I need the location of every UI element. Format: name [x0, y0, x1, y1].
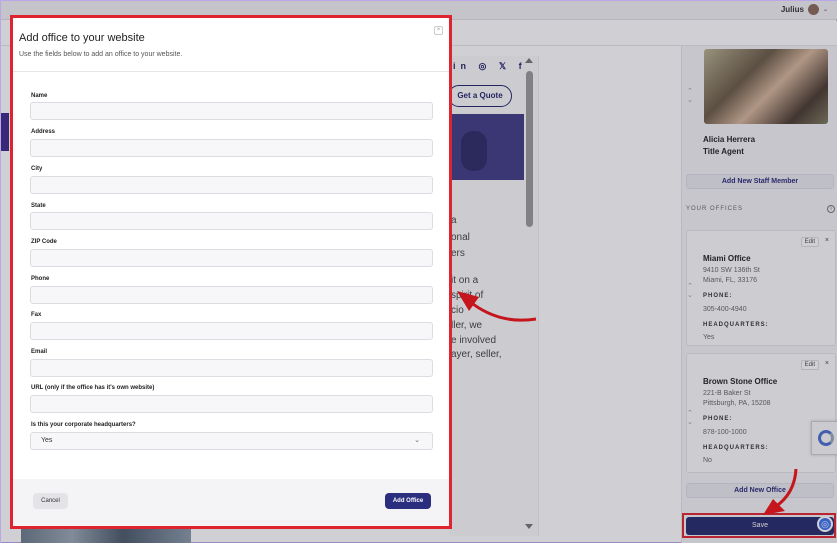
zip-label: ZIP Code: [31, 239, 57, 245]
name-field[interactable]: [30, 102, 433, 120]
city-label: City: [31, 166, 43, 172]
add-office-button[interactable]: Add Office: [385, 493, 431, 509]
chevron-down-icon: ⌄: [414, 437, 420, 444]
modal-title: Add office to your website: [19, 32, 145, 44]
modal-footer: [13, 479, 449, 526]
url-field[interactable]: [30, 395, 433, 413]
address-label: Address: [31, 129, 56, 135]
modal-subtitle: Use the fields below to add an office to…: [19, 51, 183, 58]
hq-label: Is this your corporate headquarters?: [31, 422, 136, 428]
state-field[interactable]: [30, 212, 433, 230]
divider: [13, 71, 449, 72]
app-page: Julius ⌄ in ◎ 𝕏 f Get a Quote a onal ers…: [0, 0, 837, 543]
city-field[interactable]: [30, 176, 433, 194]
url-label: URL (only if the office has it's own web…: [31, 385, 155, 391]
fax-label: Fax: [31, 312, 42, 318]
close-icon[interactable]: ×: [434, 26, 443, 35]
hq-selected-value: Yes: [41, 437, 53, 444]
email-label: Email: [31, 349, 48, 355]
state-label: State: [31, 203, 46, 209]
fax-field[interactable]: [30, 322, 433, 340]
hq-select[interactable]: Yes ⌄: [30, 432, 433, 450]
phone-label: Phone: [31, 276, 50, 282]
email-field[interactable]: [30, 359, 433, 377]
name-label: Name: [31, 93, 48, 99]
phone-field[interactable]: [30, 286, 433, 304]
address-field[interactable]: [30, 139, 433, 157]
cancel-button[interactable]: Cancel: [33, 493, 68, 509]
zip-field[interactable]: [30, 249, 433, 267]
